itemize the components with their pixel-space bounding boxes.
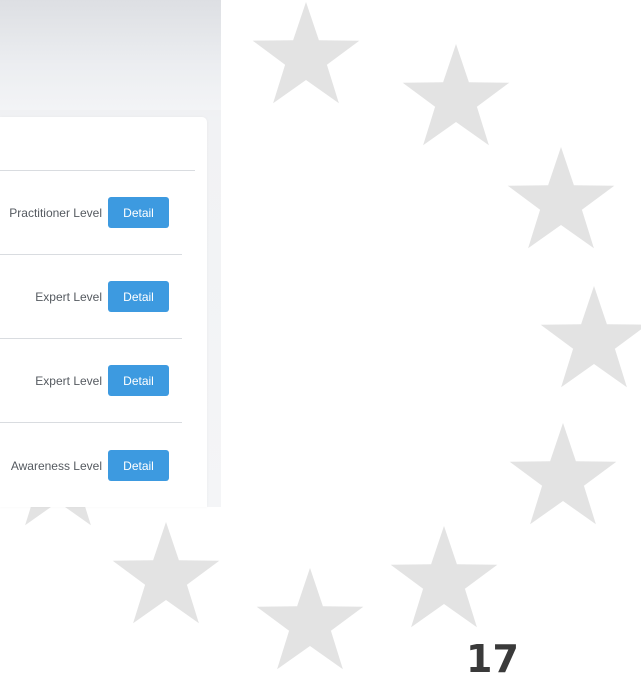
- level-label: Expert Level: [35, 290, 102, 304]
- star-icon: [112, 522, 220, 624]
- level-label: Practitioner Level: [9, 206, 102, 220]
- page-number: 17: [466, 637, 519, 681]
- level-label: Awareness Level: [10, 459, 102, 473]
- table-row: Expert Level Detail: [0, 339, 182, 423]
- star-icon: [252, 2, 360, 104]
- detail-button[interactable]: Detail: [108, 450, 169, 481]
- detail-button[interactable]: Detail: [108, 197, 169, 228]
- level-list-card: Practitioner Level Detail Expert Level D…: [0, 117, 207, 507]
- detail-button[interactable]: Detail: [108, 365, 169, 396]
- star-icon: [509, 423, 617, 525]
- star-icon: [256, 568, 364, 670]
- table-row: Practitioner Level Detail: [0, 171, 182, 255]
- screenshot-panel: Practitioner Level Detail Expert Level D…: [0, 0, 221, 507]
- star-icon: [507, 147, 615, 249]
- table-row: Expert Level Detail: [0, 255, 182, 339]
- star-icon: [390, 526, 498, 628]
- page-header-area: [0, 0, 221, 110]
- detail-button[interactable]: Detail: [108, 281, 169, 312]
- star-icon: [540, 286, 641, 388]
- level-label: Expert Level: [35, 374, 102, 388]
- table-row: Awareness Level Detail: [0, 424, 182, 508]
- star-icon: [402, 44, 510, 146]
